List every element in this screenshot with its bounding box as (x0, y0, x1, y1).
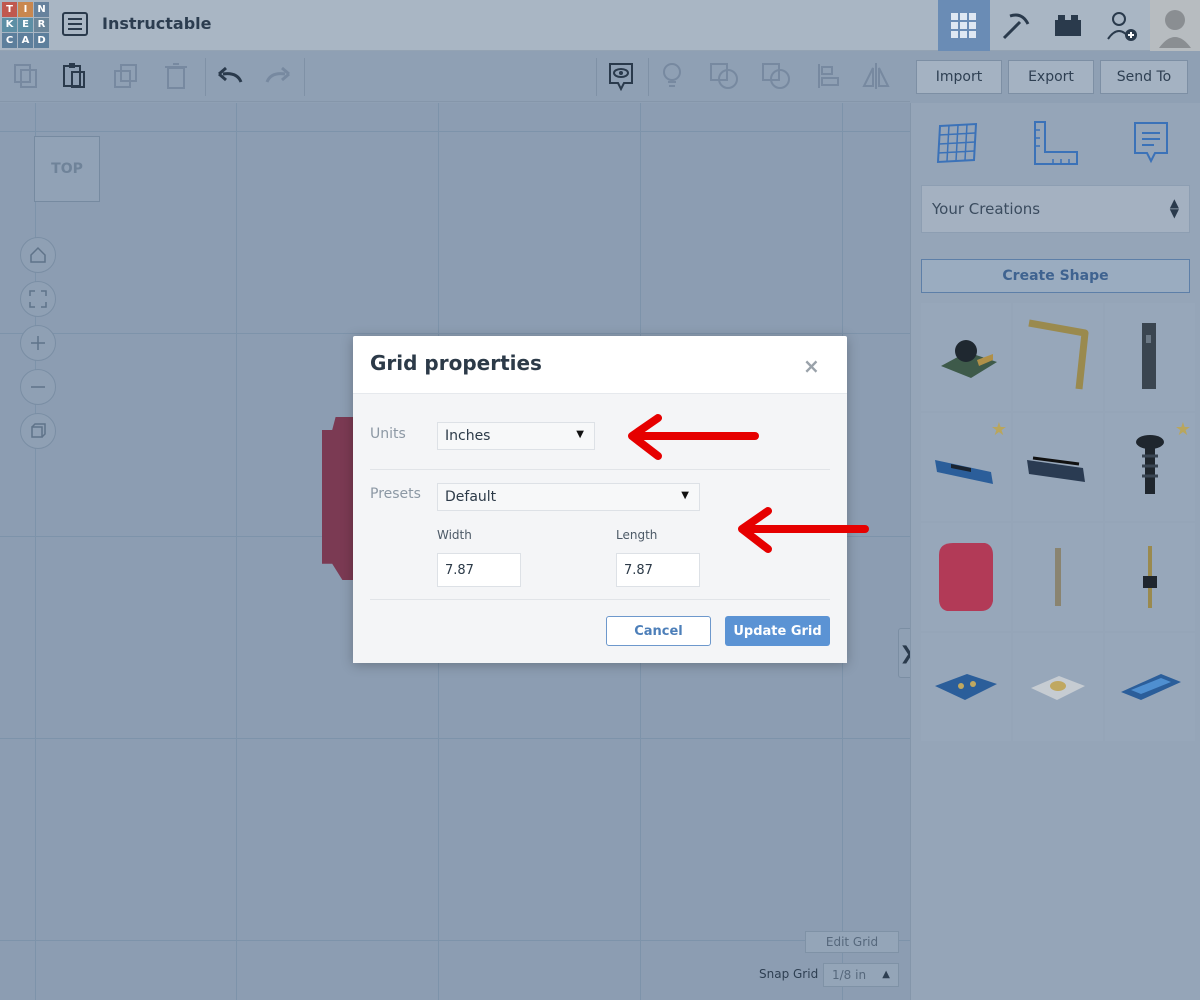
update-grid-button[interactable]: Update Grid (725, 616, 830, 646)
light-bulb-icon[interactable] (656, 60, 688, 92)
star-icon[interactable]: ★ (1175, 419, 1191, 440)
star-icon[interactable]: ★ (991, 419, 1007, 440)
updown-caret-icon: ▲ ▼ (1169, 196, 1179, 220)
presets-select[interactable]: Default ▼ (437, 483, 700, 511)
logo-letter: I (18, 2, 33, 17)
export-button[interactable]: Export (1008, 60, 1094, 94)
shape-tile-screw[interactable]: ★ (1105, 413, 1195, 521)
dialog-title: Grid properties (370, 351, 542, 375)
group-icon[interactable] (708, 60, 740, 92)
shape-tile-hex-key[interactable] (1013, 303, 1103, 411)
shape-tile-buzzer[interactable] (921, 303, 1011, 411)
length-field[interactable] (616, 553, 700, 587)
logo-letter: N (34, 2, 49, 17)
codeblocks-bricks-icon[interactable] (1042, 0, 1094, 51)
logo-letter: R (34, 17, 49, 33)
units-label: Units (370, 426, 406, 442)
zoom-in-icon[interactable] (20, 325, 56, 361)
width-field[interactable] (437, 553, 521, 587)
logo-letter: E (18, 17, 33, 33)
snap-grid-select[interactable]: 1/8 in ▲ (823, 963, 899, 987)
shape-tile-arduino-nano[interactable]: ★ (921, 413, 1011, 521)
close-icon[interactable]: × (803, 354, 820, 378)
edit-grid-button[interactable]: Edit Grid (805, 931, 899, 953)
add-user-icon[interactable] (1096, 0, 1148, 51)
length-label: Length (616, 528, 658, 542)
delete-icon[interactable] (160, 60, 192, 92)
caret-up-icon: ▲ (882, 969, 890, 980)
snap-grid-value: 1/8 in (832, 968, 867, 982)
home-view-icon[interactable] (20, 237, 56, 273)
notes-visibility-icon[interactable] (605, 60, 637, 92)
grid-properties-dialog: Grid properties × Units Inches ▼ Presets… (353, 336, 847, 663)
annotation-arrow-presets (738, 507, 869, 553)
presets-label: Presets (370, 486, 421, 502)
top-bar: T I N K E R C A D Instructable (0, 0, 1200, 51)
dialog-header: Grid properties × (353, 336, 847, 394)
export-toolbar: Import Export Send To (910, 52, 1200, 102)
ruler-icon[interactable] (1027, 115, 1083, 171)
annotation-arrow-units (628, 414, 759, 460)
3d-design-grid-icon[interactable] (938, 0, 990, 51)
snap-grid-label: Snap Grid (759, 967, 819, 981)
send-to-button[interactable]: Send To (1100, 60, 1188, 94)
shape-tile-red-enclosure[interactable] (921, 523, 1011, 631)
paste-icon[interactable] (58, 60, 90, 92)
perspective-icon[interactable] (20, 413, 56, 449)
view-cube[interactable]: TOP (34, 136, 100, 202)
fit-view-icon[interactable] (20, 281, 56, 317)
units-select-value: Inches (445, 428, 491, 444)
shape-tile-lcd-display[interactable] (1105, 633, 1195, 741)
zoom-out-icon[interactable] (20, 369, 56, 405)
workplane-icon[interactable] (929, 115, 985, 171)
logo-letter: C (2, 33, 17, 48)
width-label: Width (437, 528, 472, 542)
library-select-value: Your Creations (932, 200, 1041, 218)
logo-letter: T (2, 2, 17, 17)
duplicate-icon[interactable] (110, 60, 142, 92)
shape-tile-connector[interactable] (1105, 303, 1195, 411)
caret-down-icon: ▼ (681, 490, 689, 501)
cancel-button[interactable]: Cancel (606, 616, 711, 646)
shape-tile-microcontroller-board[interactable] (1013, 413, 1103, 521)
library-select[interactable]: Your Creations ▲ ▼ (921, 185, 1190, 233)
edit-toolbar (0, 52, 910, 102)
logo-letter: A (18, 33, 33, 48)
shape-tile-push-button[interactable] (1013, 633, 1103, 741)
avatar[interactable] (1150, 0, 1200, 51)
circuits-pickaxe-icon[interactable] (990, 0, 1042, 51)
shape-tile-header-pin[interactable] (1105, 523, 1195, 631)
design-title[interactable]: Instructable (102, 14, 212, 33)
undo-icon[interactable] (214, 60, 246, 92)
copy-icon[interactable] (10, 60, 42, 92)
selected-shape[interactable] (322, 417, 356, 580)
design-list-icon[interactable] (62, 12, 88, 36)
shapes-panel: Your Creations ▲ ▼ Create Shape ★ ★ (910, 103, 1200, 1000)
notes-icon[interactable] (1123, 115, 1179, 171)
create-shape-button[interactable]: Create Shape (921, 259, 1190, 293)
redo-icon[interactable] (262, 60, 294, 92)
logo-letter: K (2, 17, 17, 33)
collapse-panel-chevron-icon[interactable]: ❯ (898, 628, 910, 678)
align-icon[interactable] (812, 60, 844, 92)
shape-tile-pin[interactable] (1013, 523, 1103, 631)
shape-grid: ★ ★ (921, 303, 1195, 741)
logo-letter: D (34, 33, 49, 48)
caret-down-icon: ▼ (576, 429, 584, 440)
presets-select-value: Default (445, 489, 497, 505)
shape-tile-sensor-board[interactable] (921, 633, 1011, 741)
tinkercad-logo[interactable]: T I N K E R C A D (2, 2, 49, 48)
ungroup-icon[interactable] (760, 60, 792, 92)
import-button[interactable]: Import (916, 60, 1002, 94)
mirror-icon[interactable] (860, 60, 892, 92)
units-select[interactable]: Inches ▼ (437, 422, 595, 450)
